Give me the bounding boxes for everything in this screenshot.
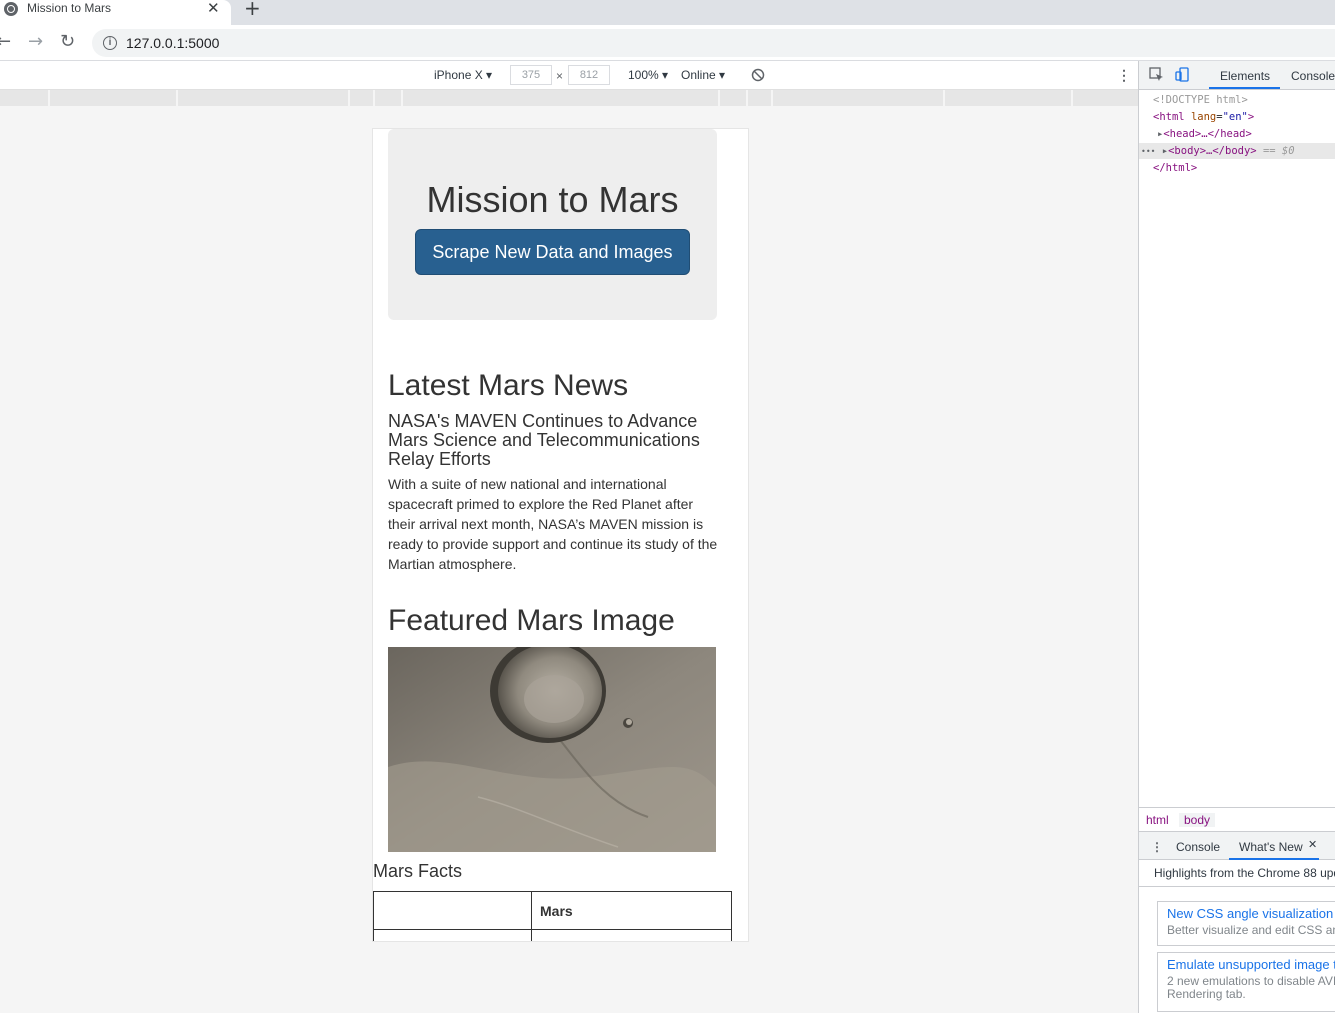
- tab-title: Mission to Mars: [27, 1, 112, 15]
- address-bar[interactable]: i 127.0.0.1:5000: [92, 29, 1335, 57]
- whats-new-item-subtitle: Better visualize and edit CSS angles.: [1167, 923, 1335, 937]
- table-row: [373, 929, 732, 941]
- device-toggle-icon[interactable]: [1175, 67, 1190, 82]
- forward-icon[interactable]: →: [28, 31, 43, 52]
- active-tab-indicator: [1209, 87, 1280, 89]
- drawer-tab-console[interactable]: Console: [1176, 840, 1220, 854]
- whats-new-item[interactable]: New CSS angle visualization tools Better…: [1157, 901, 1335, 946]
- code-html-open[interactable]: <html lang="en">: [1153, 111, 1254, 123]
- mars-facts-table: Mars: [373, 891, 732, 941]
- whats-new-item-title[interactable]: New CSS angle visualization tools: [1167, 906, 1335, 921]
- table-cell: [373, 929, 532, 941]
- whats-new-highlights: Highlights from the Chrome 88 update: [1139, 860, 1335, 887]
- inspect-element-icon[interactable]: [1149, 67, 1164, 82]
- devtools-panel: Elements Console <!DOCTYPE html> <html l…: [1138, 61, 1335, 1013]
- mobile-page: Mission to Mars Scrape New Data and Imag…: [372, 128, 749, 942]
- times-sign: ×: [556, 69, 564, 83]
- table-header-mars: Mars: [531, 891, 732, 930]
- whats-new-item-subtitle-line2: Rendering tab.: [1167, 987, 1246, 1001]
- browser-tab[interactable]: Mission to Mars ✕: [0, 0, 231, 25]
- url-text: 127.0.0.1:5000: [126, 35, 220, 51]
- featured-mars-image[interactable]: [388, 647, 716, 852]
- code-html-close[interactable]: </html>: [1153, 162, 1197, 174]
- tab-elements[interactable]: Elements: [1220, 69, 1270, 83]
- table-cell: [531, 929, 732, 941]
- news-teaser: With a suite of new national and interna…: [388, 476, 718, 572]
- back-icon[interactable]: ←: [0, 31, 11, 52]
- height-input[interactable]: 812: [568, 65, 610, 85]
- device-toolbar: iPhone X ▾ 375 × 812 100% ▾ Online ▾ ⋮: [0, 61, 1138, 90]
- tab-console[interactable]: Console: [1291, 69, 1335, 83]
- whats-new-item[interactable]: Emulate unsupported image types 2 new em…: [1157, 952, 1335, 1012]
- close-drawer-tab-icon[interactable]: ✕: [1308, 838, 1317, 851]
- table-header-blank: [373, 891, 532, 930]
- code-doctype: <!DOCTYPE html>: [1153, 94, 1248, 106]
- more-options-icon[interactable]: ⋮: [1117, 67, 1131, 84]
- code-head[interactable]: ▸<head>…</head>: [1157, 128, 1252, 140]
- featured-image-heading: Featured Mars Image: [388, 604, 675, 637]
- news-title: NASA's MAVEN Continues to Advance Mars S…: [388, 411, 700, 469]
- rotate-icon[interactable]: [751, 68, 765, 82]
- drawer-tab-whats-new[interactable]: What's New: [1239, 840, 1303, 854]
- scrape-button[interactable]: Scrape New Data and Images: [415, 229, 690, 275]
- site-info-icon[interactable]: i: [103, 36, 117, 50]
- drawer-tabs: ⋮ Console What's New ✕: [1139, 831, 1335, 860]
- code-body[interactable]: ••• ▸<body>…</body> == $0: [1141, 145, 1295, 157]
- device-select[interactable]: iPhone X ▾: [434, 68, 492, 82]
- news-heading: Latest Mars News: [388, 369, 629, 402]
- width-input[interactable]: 375: [510, 65, 552, 85]
- whats-new-item-title[interactable]: Emulate unsupported image types: [1167, 957, 1335, 972]
- browser-toolbar: ← → ↻ i 127.0.0.1:5000: [0, 25, 1335, 61]
- globe-icon: [4, 2, 18, 16]
- page-title: Mission to Mars: [426, 179, 679, 220]
- tab-strip: Mission to Mars ✕ +: [0, 0, 1335, 25]
- drawer-menu-icon[interactable]: ⋮: [1151, 840, 1163, 854]
- breadcrumb: html body: [1139, 807, 1335, 831]
- new-tab-button[interactable]: +: [244, 0, 261, 20]
- mars-facts-heading: Mars Facts: [373, 861, 463, 881]
- breadcrumb-body[interactable]: body: [1179, 813, 1216, 827]
- media-query-ruler[interactable]: [0, 90, 1138, 106]
- breadcrumb-html[interactable]: html: [1146, 813, 1169, 827]
- devtools-tabs: Elements Console: [1139, 61, 1335, 90]
- zoom-select[interactable]: 100% ▾: [628, 68, 668, 82]
- jumbotron: Mission to Mars Scrape New Data and Imag…: [388, 129, 717, 320]
- reload-icon[interactable]: ↻: [60, 31, 75, 52]
- network-select[interactable]: Online ▾: [681, 68, 725, 82]
- tab-close-icon[interactable]: ✕: [207, 0, 220, 17]
